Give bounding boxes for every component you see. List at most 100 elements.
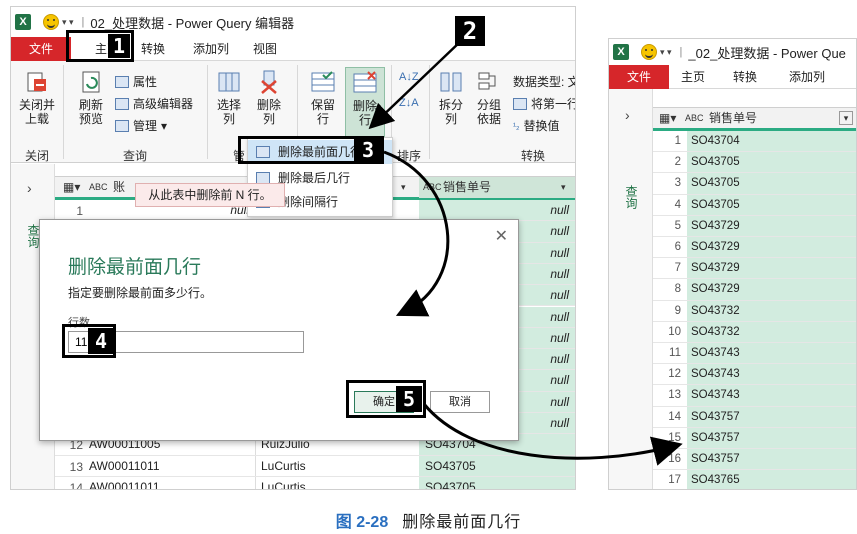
column-divider — [255, 455, 256, 476]
row-number: 16 — [668, 453, 681, 465]
chevron-down-icon: ▾ — [161, 118, 168, 133]
expand-chevron-icon[interactable]: › — [27, 180, 32, 196]
table-row: 2 SO43705 — [653, 152, 856, 174]
figure-caption: 图 2-28 删除最前面几行 — [0, 508, 857, 532]
row-number: 4 — [674, 198, 681, 211]
order-cell: SO43743 — [691, 389, 740, 402]
cancel-button[interactable]: 取消 — [430, 391, 490, 413]
row-number: 17 — [668, 474, 681, 487]
tab-transform[interactable]: 转换 — [129, 37, 177, 61]
step-badge-5: 5 — [396, 386, 422, 412]
table-row: 6 SO43729 — [653, 237, 856, 259]
column-filter-icon[interactable]: ▾ — [561, 177, 566, 198]
null-cell: null — [550, 309, 569, 324]
feedback-smiley-icon[interactable] — [641, 44, 657, 60]
remove-columns-button[interactable]: 删除 列 — [251, 69, 287, 126]
group-by-button[interactable]: 分组 依据 — [471, 69, 507, 126]
row-number: 3 — [674, 177, 681, 190]
right-editor-window: X ▾ ▾ | _02_处理数据 - Power Que 文件 主页 转换 添加… — [608, 38, 857, 490]
table-row: 11 SO43743 — [653, 343, 856, 365]
close-load-label: 关闭并 上载 — [18, 98, 55, 126]
tab-add-column[interactable]: 添加列 — [777, 65, 837, 89]
close-icon[interactable]: ✕ — [495, 226, 508, 246]
column-divider — [255, 476, 256, 489]
ribbon-separator — [429, 65, 430, 159]
column-filter-icon[interactable]: ▾ — [839, 111, 853, 125]
first-row-header-icon — [513, 97, 527, 110]
manage-button[interactable]: 管理 ▾ — [115, 117, 167, 134]
excel-logo-icon: X — [15, 14, 31, 30]
keep-rows-button[interactable]: 保留 行 — [303, 69, 343, 126]
split-column-button[interactable]: 拆分 列 — [433, 69, 469, 126]
table-menu-icon[interactable]: ▦▾ — [659, 108, 676, 129]
null-cell: null — [550, 203, 569, 217]
table-menu-icon[interactable]: ▦▾ — [63, 177, 80, 198]
replace-values-button[interactable]: ¹₂ 替换值 — [513, 117, 560, 134]
remove-rows-button[interactable]: 删除 行 — [345, 67, 385, 141]
table-row: 7 SO43729 — [653, 258, 856, 280]
sort-ascending-button[interactable]: A↓Z — [399, 71, 419, 83]
order-cell: SO43729 — [691, 241, 740, 253]
table-row: 17 SO43765 — [653, 470, 856, 489]
first-row-header-button[interactable]: 将第一行 — [513, 95, 575, 112]
account-cell: AW00011011 — [89, 479, 160, 490]
order-cell: SO43757 — [691, 453, 740, 465]
excel-logo-icon: X — [613, 44, 629, 60]
group-by-label: 分组 依据 — [476, 98, 501, 126]
row-number: 11 — [669, 347, 681, 359]
tab-view[interactable]: 视图 — [245, 37, 285, 61]
quick-access-dropdown-icon[interactable]: ▾ ▾ — [660, 47, 672, 58]
tab-add-column[interactable]: 添加列 — [181, 37, 241, 61]
column-header-account[interactable]: 账 — [113, 177, 125, 198]
tab-file[interactable]: 文件 — [609, 65, 669, 89]
column-header-order[interactable]: 销售单号 — [443, 177, 491, 198]
close-load-button[interactable]: 关闭并 上载 — [17, 69, 57, 126]
column-filter-icon[interactable]: ▾ — [401, 177, 406, 198]
close-load-icon — [27, 72, 46, 92]
manage-icon — [115, 119, 129, 132]
row-number: 1 — [674, 135, 681, 147]
advanced-editor-label: 高级编辑器 — [133, 97, 194, 111]
choose-columns-button[interactable]: 选择 列 — [211, 69, 247, 126]
window-title: 02_处理数据 - Power Query 编辑器 — [90, 15, 295, 31]
quick-access-dropdown-icon[interactable]: ▾ ▾ — [62, 17, 74, 28]
split-column-icon — [440, 72, 462, 92]
group-label-query: 查询 — [123, 149, 148, 163]
row-number: 9 — [674, 304, 681, 317]
order-cell: SO43704 — [691, 135, 740, 147]
order-cell: SO43732 — [691, 304, 740, 317]
name-cell: LuCurtis — [261, 479, 306, 490]
refresh-icon — [82, 71, 100, 93]
tab-file[interactable]: 文件 — [11, 37, 71, 61]
row-number: 14 — [668, 410, 681, 423]
advanced-editor-button[interactable]: 高级编辑器 — [115, 95, 193, 112]
sort-descending-button[interactable]: Z↓A — [399, 97, 419, 109]
text-type-icon: ABC — [685, 113, 704, 123]
expand-chevron-icon[interactable]: › — [625, 107, 630, 123]
properties-icon — [115, 75, 129, 88]
window-title: _02_处理数据 - Power Que — [688, 45, 846, 61]
menu-item-label: 删除间隔行 — [278, 195, 339, 209]
order-cell: SO43743 — [691, 347, 740, 359]
order-cell: SO43705 — [425, 458, 476, 473]
keep-rows-icon — [311, 71, 335, 92]
data-type-dropdown[interactable]: 数据类型: 文 — [513, 73, 575, 90]
text-type-icon: ABC — [89, 182, 108, 192]
remove-columns-icon — [261, 70, 277, 94]
dialog-description: 指定要删除最前面多少行。 — [68, 286, 213, 300]
tab-transform[interactable]: 转换 — [723, 65, 767, 89]
row-number: 8 — [674, 283, 681, 296]
properties-button[interactable]: 属性 — [115, 73, 157, 90]
row-number: 5 — [674, 219, 681, 232]
row-number: 15 — [668, 431, 681, 444]
refresh-preview-button[interactable]: 刷新 预览 — [71, 69, 111, 126]
account-cell: AW00011011 — [89, 458, 160, 473]
table-row: 16 SO43757 — [653, 449, 856, 471]
feedback-smiley-icon[interactable] — [43, 14, 59, 30]
step-badge-3: 3 — [354, 138, 382, 162]
ribbon-separator — [207, 65, 208, 159]
group-by-icon — [478, 72, 496, 90]
column-header-order[interactable]: 销售单号 — [709, 108, 757, 129]
tab-home[interactable]: 主页 — [673, 65, 713, 89]
null-cell: null — [550, 245, 569, 260]
